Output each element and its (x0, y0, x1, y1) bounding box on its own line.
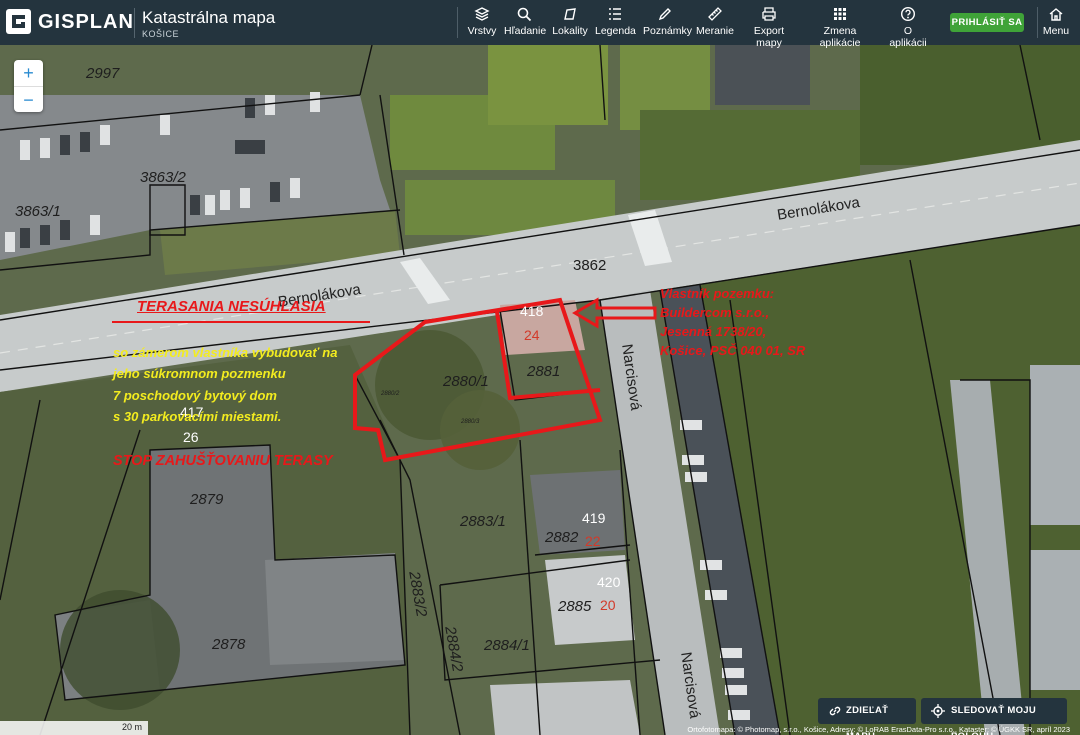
parcel-label: 3862 (573, 257, 607, 274)
parcel-label: 2880/3 (461, 419, 480, 425)
track-location-button[interactable]: SLEDOVAŤ MOJU POLOHU (921, 698, 1067, 735)
scale-label: 20 m (121, 722, 142, 732)
orientation-number: 24 (524, 327, 540, 343)
list-icon (609, 8, 621, 20)
parcel-label: 2880/2 (381, 391, 400, 397)
header-divider (134, 8, 135, 38)
nav-about[interactable]: O aplikácii (884, 6, 932, 49)
parcel-label: 2881 (527, 363, 561, 380)
map-canvas[interactable]: + − 2997 3863/2 3863/1 3862 2880/1 2881 … (0, 45, 1080, 735)
nav-label: Hľadanie (504, 25, 547, 37)
house-number: 420 (597, 574, 621, 590)
search-icon (517, 7, 532, 22)
crosshair-icon (931, 704, 945, 718)
parcel-label: 3863/1 (15, 203, 61, 220)
link-icon (829, 706, 841, 716)
parcel-label: 2882 (545, 529, 579, 546)
nav-divider (457, 7, 458, 38)
nav-label: O aplikácii (889, 25, 927, 49)
protest-text-line: s 30 parkovacími miestami. (113, 409, 282, 424)
protest-text-line: so zámerom vlastníka vybudovať na (113, 345, 338, 360)
grid-icon (834, 8, 846, 20)
menu-button[interactable]: Menu (1040, 6, 1072, 42)
nav-label: Export mapy (753, 25, 785, 49)
stop-slogan: STOP ZAHUŠŤOVANIU TERASY (113, 453, 333, 469)
nav-label: Meranie (696, 25, 734, 37)
parcel-label: 2885 (558, 598, 592, 615)
nav-layers[interactable]: Vrstvy (466, 6, 498, 42)
protest-text-line: jeho súkromnom pozmenku (113, 366, 286, 381)
owner-text-line: Buildercom s.r.o., (660, 305, 770, 320)
parcel-label: 3863/2 (140, 169, 186, 186)
nav-divider (1037, 7, 1038, 38)
nav-measure[interactable]: Meranie (696, 6, 734, 42)
menu-label: Menu (1042, 25, 1070, 37)
location-icon (564, 8, 576, 20)
gisplan-logo-icon[interactable] (6, 9, 31, 34)
nav-search[interactable]: Hľadanie (504, 6, 547, 42)
owner-text-line: Jesenná 1738/20, (660, 324, 767, 339)
nav-switch-app[interactable]: Zmena aplikácie (805, 6, 875, 49)
owner-text-line: Vlastník pozemku: (660, 286, 775, 301)
parcel-label: 2883/1 (460, 513, 506, 530)
login-button[interactable]: PRIHLÁSIŤ SA (950, 13, 1024, 32)
parcel-label: 2880/1 (443, 373, 489, 390)
scale-bar: 20 m (0, 721, 148, 735)
nav-export[interactable]: Export mapy (741, 6, 797, 49)
help-icon (900, 6, 916, 22)
nav-label: Zmena aplikácie (819, 25, 861, 49)
parcel-label: 2878 (212, 636, 246, 653)
nav-label: Legenda (595, 25, 636, 37)
zoom-control: + − (14, 60, 43, 112)
house-number: 419 (582, 510, 606, 526)
orientation-number: 22 (585, 533, 601, 549)
orientation-number: 26 (183, 429, 199, 445)
parcel-label: 2884/1 (484, 637, 530, 654)
map-attribution: Ortofotomapa: © Photomap, s.r.o., Košice… (687, 725, 1070, 734)
share-map-button[interactable]: ZDIEĽAŤ MAPU (818, 698, 916, 735)
owner-text-line: Košice, PSČ 040 01, SR (660, 343, 806, 358)
house-number: 418 (520, 303, 544, 319)
app-subtitle: KOŠICE (142, 29, 180, 39)
top-bar: GISPLAN Katastrálna mapa KOŠICE Vrstvy H… (0, 0, 1080, 49)
parcel-label: 2997 (86, 65, 120, 82)
protest-text-line: 7 poschodový bytový dom (113, 388, 277, 403)
layers-icon (474, 7, 490, 21)
printer-icon (762, 7, 776, 21)
nav-label: Vrstvy (467, 25, 497, 37)
nav-label: Poznámky (643, 25, 693, 37)
brand-name[interactable]: GISPLAN (38, 11, 134, 34)
home-icon (1049, 8, 1063, 21)
parcel-label: 2879 (190, 491, 224, 508)
nav-legend[interactable]: Legenda (595, 6, 636, 42)
app-title: Katastrálna mapa (142, 8, 276, 27)
pencil-icon (658, 8, 671, 21)
ruler-icon (708, 7, 722, 21)
nav-label: Lokality (552, 25, 588, 37)
zoom-in-button[interactable]: + (14, 60, 43, 87)
zoom-out-button[interactable]: − (14, 87, 43, 113)
protest-headline: TERASANIA NESÚHLASIA (137, 298, 326, 315)
orientation-number: 20 (600, 597, 616, 613)
nav-notes[interactable]: Poznámky (643, 6, 692, 42)
nav-locations[interactable]: Lokality (552, 6, 588, 42)
